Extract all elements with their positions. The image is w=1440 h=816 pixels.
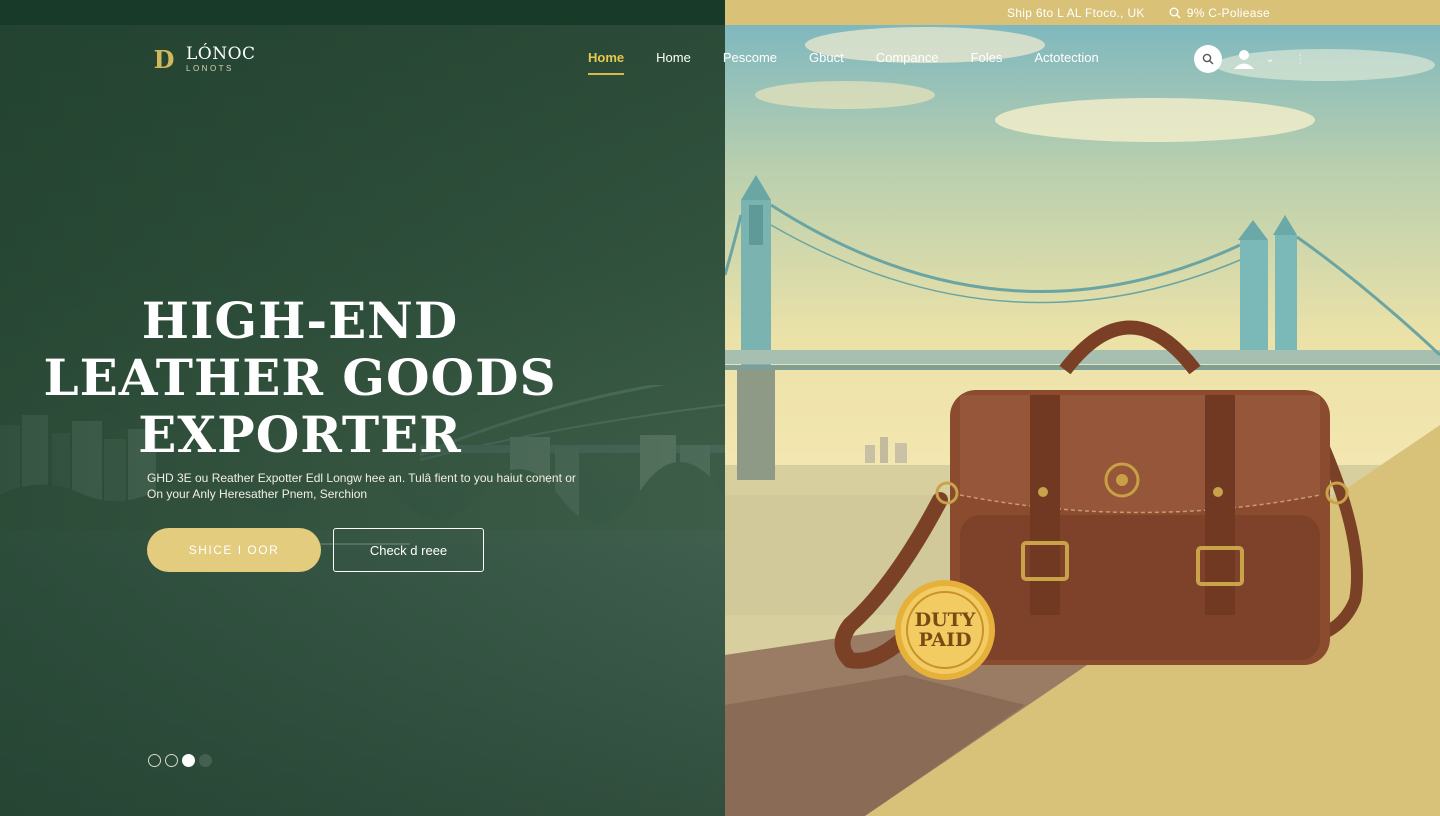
search-icon (1202, 53, 1214, 65)
check-button[interactable]: Check d reee (333, 528, 484, 572)
badge-line-1: DUTY (914, 609, 976, 631)
account-button[interactable] (1232, 47, 1256, 71)
main-nav: Home Home Pescome Gbuct Compance Foles A… (588, 50, 1099, 75)
slider-dot-2[interactable] (165, 754, 178, 767)
brand-tagline: LONOTS (186, 63, 234, 73)
hero-right-image (725, 25, 1440, 816)
badge-label: DUTY PAID (893, 578, 997, 682)
hero-title-line-1: HIGH-END (141, 291, 459, 350)
slider-dot-4[interactable] (199, 754, 212, 767)
hero-description: GHD 3E ou Reather Expotter Edl Longw hee… (147, 470, 627, 502)
header-actions: ⌄ ⋮ (1194, 45, 1306, 73)
promo-text: 9% C-Poliease (1186, 5, 1270, 20)
hero-title-line-3: EXPORTER (138, 405, 462, 464)
nav-item-foles[interactable]: Foles (971, 50, 1003, 75)
logo-text: LÓNOC LONOTS (186, 43, 256, 73)
shop-now-button[interactable]: SHICE I OOR (147, 528, 321, 572)
hero-description-line-2: On your Anly Heresather Pnem, Serchion (147, 487, 368, 501)
hero-description-line-1: GHD 3E ou Reather Expotter Edl Longw hee… (147, 471, 576, 485)
promo-notice[interactable]: 9% C-Poliease (1169, 6, 1270, 20)
badge-line-2: PAID (918, 629, 972, 651)
top-bar: Ship 6to L AL Ftoco., UK 9% C-Poliease (0, 0, 1440, 25)
nav-item-pescome[interactable]: Pescome (723, 50, 777, 75)
hero-title: HIGH-END LEATHER GOODS EXPORTER (40, 292, 560, 463)
slider-dot-3[interactable] (182, 754, 195, 767)
duty-paid-badge: DUTY PAID (893, 578, 997, 682)
logo-mark-icon: D (153, 44, 175, 74)
hero-title-line-2: LEATHER GOODS (43, 348, 557, 407)
nav-item-gbuct[interactable]: Gbuct (809, 50, 844, 75)
nav-item-home[interactable]: Home (588, 50, 625, 75)
top-bar-left (0, 0, 725, 25)
search-icon (1169, 7, 1181, 18)
nav-item-actotection[interactable]: Actotection (1034, 50, 1098, 75)
search-button[interactable] (1194, 45, 1222, 73)
slider-dot-1[interactable] (148, 754, 161, 767)
slider-pagination (148, 754, 212, 767)
nav-item-home-2[interactable]: Home (656, 50, 691, 75)
shipping-notice: Ship 6to L AL Ftoco., UK (1007, 5, 1145, 20)
more-icon[interactable]: ⋮ (1294, 52, 1306, 66)
user-icon (1234, 50, 1254, 69)
chevron-down-icon[interactable]: ⌄ (1266, 54, 1274, 65)
bridge-and-bag-scene (725, 27, 1440, 816)
top-bar-right: Ship 6to L AL Ftoco., UK 9% C-Poliease (725, 0, 1440, 25)
brand-logo[interactable]: D LÓNOC LONOTS (150, 44, 256, 74)
brand-name: LÓNOC (186, 43, 256, 64)
nav-item-compance[interactable]: Compance (876, 50, 939, 75)
